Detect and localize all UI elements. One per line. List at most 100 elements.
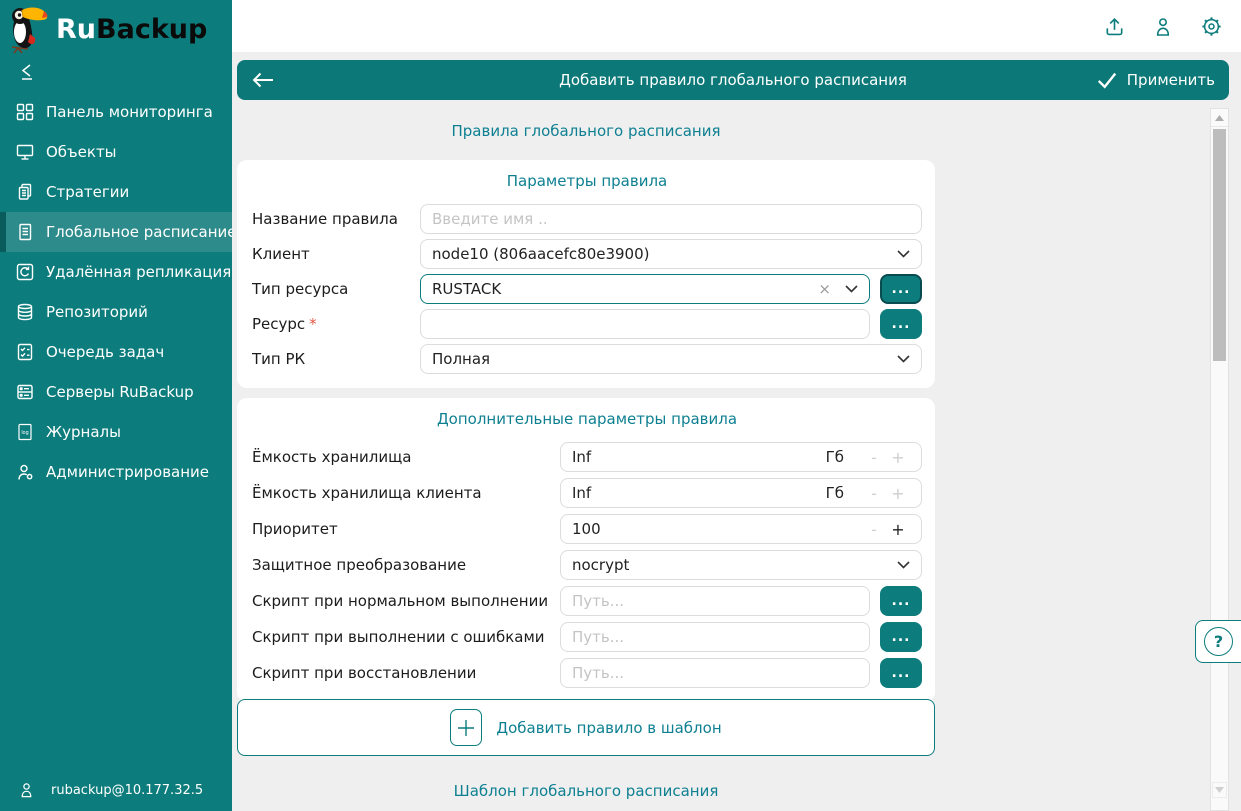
- sidebar-item-label: Серверы RuBackup: [46, 383, 194, 401]
- backup-type-select[interactable]: Полная: [420, 344, 922, 374]
- scrollbar-thumb[interactable]: [1213, 129, 1226, 361]
- sidebar-item-servers[interactable]: Серверы RuBackup: [0, 372, 232, 412]
- help-button[interactable]: ?: [1195, 620, 1241, 663]
- add-rule-to-template-button[interactable]: Добавить правило в шаблон: [237, 699, 935, 756]
- user-session: rubackup@10.177.32.5: [18, 781, 203, 799]
- field-label: Клиент: [252, 245, 420, 263]
- toucan-logo-icon: [8, 4, 50, 54]
- plus-icon: [457, 719, 475, 737]
- topbar: [232, 0, 1241, 52]
- user-icon: [1152, 15, 1174, 38]
- decrement-button[interactable]: -: [862, 484, 886, 503]
- page-title: Добавить правило глобального расписания: [237, 71, 1229, 89]
- sidebar-item-label: Журналы: [46, 423, 121, 441]
- sidebar-item-task-queue[interactable]: Очередь задач: [0, 332, 232, 372]
- add-rule-label: Добавить правило в шаблон: [496, 719, 721, 737]
- servers-icon: [15, 382, 35, 402]
- resource-type-combo[interactable]: RUSTACK ×: [420, 274, 870, 304]
- task-queue-icon: [15, 342, 35, 362]
- sidebar-item-strategies[interactable]: Стратегии: [0, 172, 232, 212]
- plus-box: [450, 709, 482, 746]
- apply-label: Применить: [1127, 71, 1215, 89]
- collapse-sidebar-button[interactable]: [0, 54, 232, 90]
- sidebar-item-label: Администрирование: [46, 463, 209, 481]
- sidebar-item-objects[interactable]: Объекты: [0, 132, 232, 172]
- field-row-crypto: Защитное преобразование nocrypt: [252, 550, 922, 580]
- resource-input[interactable]: [420, 309, 870, 339]
- apply-button[interactable]: Применить: [1096, 70, 1215, 90]
- field-row-client: Клиент node10 (806aacefc80e3900): [252, 239, 922, 269]
- field-label: Защитное преобразование: [252, 556, 560, 574]
- field-row-client-storage-capacity: Ёмкость хранилища клиента Inf Гб - +: [252, 478, 922, 508]
- administration-icon: [15, 462, 35, 482]
- backup-type-value: Полная: [432, 350, 897, 368]
- script-restore-input[interactable]: [560, 658, 870, 688]
- storage-capacity-value: Inf: [572, 448, 826, 466]
- increment-button[interactable]: +: [886, 520, 910, 539]
- rule-name-input[interactable]: [420, 204, 922, 234]
- field-row-backup-type: Тип РК Полная: [252, 344, 922, 374]
- journals-icon: log: [15, 422, 35, 442]
- increment-button[interactable]: +: [886, 448, 910, 467]
- chevron-down-icon: [845, 285, 858, 293]
- priority-spinner[interactable]: 100 - +: [560, 514, 922, 544]
- section-title: Правила глобального расписания: [237, 122, 935, 140]
- repository-icon: [15, 302, 35, 322]
- client-select[interactable]: node10 (806aacefc80e3900): [420, 239, 922, 269]
- field-row-script-normal: Скрипт при нормальном выполнении ...: [252, 586, 922, 616]
- sidebar-item-label: Очередь задач: [46, 343, 164, 361]
- dashboard-icon: [15, 102, 35, 122]
- script-error-browse-button[interactable]: ...: [880, 622, 922, 652]
- resource-type-browse-button[interactable]: ...: [880, 274, 922, 304]
- script-normal-input[interactable]: [560, 586, 870, 616]
- sidebar-item-label: Репозиторий: [46, 303, 148, 321]
- field-row-storage-capacity: Ёмкость хранилища Inf Гб - +: [252, 442, 922, 472]
- triangle-up-icon: [1215, 115, 1224, 121]
- remote-replication-icon: [15, 262, 35, 282]
- increment-button[interactable]: +: [886, 484, 910, 503]
- storage-capacity-spinner[interactable]: Inf Гб - +: [560, 442, 922, 472]
- sidebar-item-remote-replication[interactable]: Удалённая репликация: [0, 252, 232, 292]
- upload-button[interactable]: [1103, 15, 1126, 38]
- additional-params-card: Дополнительные параметры правила Ёмкость…: [237, 398, 935, 702]
- script-restore-browse-button[interactable]: ...: [880, 658, 922, 688]
- scrollbar-up-button[interactable]: [1211, 109, 1228, 127]
- client-storage-capacity-spinner[interactable]: Inf Гб - +: [560, 478, 922, 508]
- sidebar-nav: Панель мониторинга Объекты Стратегии: [0, 92, 232, 492]
- sidebar-item-label: Панель мониторинга: [46, 103, 213, 121]
- scrollbar-down-button[interactable]: [1212, 782, 1227, 798]
- field-row-script-restore: Скрипт при восстановлении ...: [252, 658, 922, 688]
- rule-params-card: Параметры правила Название правила Клиен…: [237, 160, 935, 388]
- sidebar-item-label: Стратегии: [46, 183, 129, 201]
- crypto-select[interactable]: nocrypt: [560, 550, 922, 580]
- decrement-button[interactable]: -: [862, 520, 886, 539]
- sidebar-item-journals[interactable]: log Журналы: [0, 412, 232, 452]
- page-header: Добавить правило глобального расписания …: [237, 60, 1229, 100]
- field-row-priority: Приоритет 100 - +: [252, 514, 922, 544]
- resource-browse-button[interactable]: ...: [880, 309, 922, 339]
- svg-text:log: log: [21, 430, 28, 436]
- script-error-input[interactable]: [560, 622, 870, 652]
- back-button[interactable]: [251, 71, 275, 89]
- decrement-button[interactable]: -: [862, 448, 886, 467]
- sidebar-item-repository[interactable]: Репозиторий: [0, 292, 232, 332]
- sidebar-item-dashboard[interactable]: Панель мониторинга: [0, 92, 232, 132]
- logo: RuBackup: [0, 0, 232, 54]
- settings-button[interactable]: [1200, 15, 1223, 38]
- field-row-script-error: Скрипт при выполнении с ошибками ...: [252, 622, 922, 652]
- field-label: Ёмкость хранилища: [252, 448, 560, 466]
- scrollbar[interactable]: [1210, 108, 1229, 811]
- sidebar-item-administration[interactable]: Администрирование: [0, 452, 232, 492]
- field-row-rule-name: Название правила: [252, 204, 922, 234]
- objects-icon: [15, 142, 35, 162]
- profile-button[interactable]: [1152, 15, 1174, 38]
- field-row-resource-type: Тип ресурса RUSTACK × ...: [252, 274, 922, 304]
- triangle-down-icon: [1215, 787, 1224, 793]
- app-window: RuBackup Панель мониторинга Объекты: [0, 0, 1241, 811]
- card-title: Параметры правила: [252, 172, 922, 192]
- sidebar-item-global-schedule[interactable]: Глобальное расписание: [0, 212, 232, 252]
- field-label: Название правила: [252, 210, 420, 228]
- script-normal-browse-button[interactable]: ...: [880, 586, 922, 616]
- clear-icon[interactable]: ×: [818, 280, 831, 298]
- field-label: Ресурс*: [252, 315, 420, 333]
